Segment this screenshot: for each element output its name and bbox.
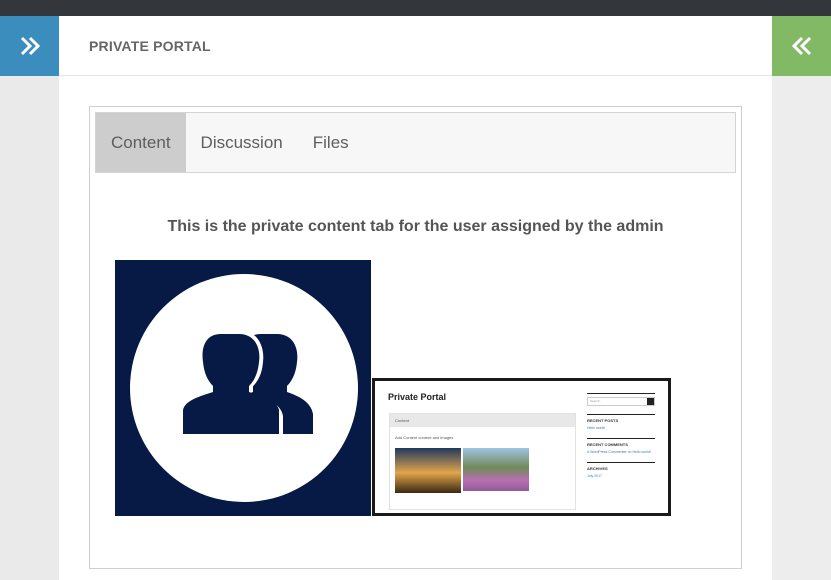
content-heading: This is the private content tab for the … <box>167 218 664 235</box>
screenshot-tab-label: Content <box>395 418 410 423</box>
screenshot-recent-posts-item: Hello world! <box>587 426 606 430</box>
screenshot-recent-posts-heading: RECENT POSTS <box>587 418 619 423</box>
screenshot-sidebar: Search... RECENT POSTS Hello world! RECE… <box>587 391 655 478</box>
page-title: PRIVATE PORTAL <box>89 38 211 54</box>
screenshot-title: Private Portal <box>388 392 447 402</box>
sidebar-toggle-right-button[interactable] <box>772 16 831 76</box>
main-content: Content Discussion Files This is the pri… <box>59 76 772 580</box>
tab-content[interactable]: Content <box>96 113 186 172</box>
screenshot-divider <box>587 438 655 439</box>
portal-panel: Content Discussion Files This is the pri… <box>89 106 742 569</box>
user-group-icon <box>177 330 313 438</box>
screenshot-search-button <box>647 398 654 405</box>
left-sidebar-gutter <box>0 16 59 580</box>
screenshot-search: Search... <box>587 397 655 406</box>
screenshot-divider <box>587 414 655 415</box>
tab-files[interactable]: Files <box>298 113 364 172</box>
screenshot-divider <box>587 462 655 463</box>
page-header: PRIVATE PORTAL <box>59 16 772 76</box>
sidebar-toggle-left-button[interactable] <box>0 16 59 76</box>
screenshot-divider <box>587 393 655 394</box>
tab-discussion[interactable]: Discussion <box>186 113 298 172</box>
double-chevron-left-icon <box>791 36 811 56</box>
screenshot-recent-comments-heading: RECENT COMMENTS <box>587 442 628 447</box>
double-chevron-right-icon <box>20 36 40 56</box>
screenshot-tab: Content <box>390 414 575 427</box>
portal-screenshot-image: Private Portal Content Add Content conte… <box>372 378 671 516</box>
screenshot-archives-heading: ARCHIVES <box>587 466 608 471</box>
right-sidebar-gutter <box>772 16 831 580</box>
screenshot-archives-item: July 2017 <box>587 474 602 478</box>
screenshot-search-text: Search... <box>590 399 603 403</box>
screenshot-meadow-photo <box>463 448 529 491</box>
screenshot-content-box: Content Add Content content and images <box>389 413 576 510</box>
screenshot-sunset-photo <box>395 448 461 493</box>
tab-bar: Content Discussion Files <box>95 112 736 173</box>
top-bar <box>0 0 831 16</box>
screenshot-page: Private Portal Content Add Content conte… <box>375 381 668 513</box>
user-group-image <box>115 260 371 516</box>
screenshot-text: Add Content content and images <box>395 435 454 440</box>
screenshot-recent-comments-item: A WordPress Commenter on Hello world! <box>587 450 651 454</box>
